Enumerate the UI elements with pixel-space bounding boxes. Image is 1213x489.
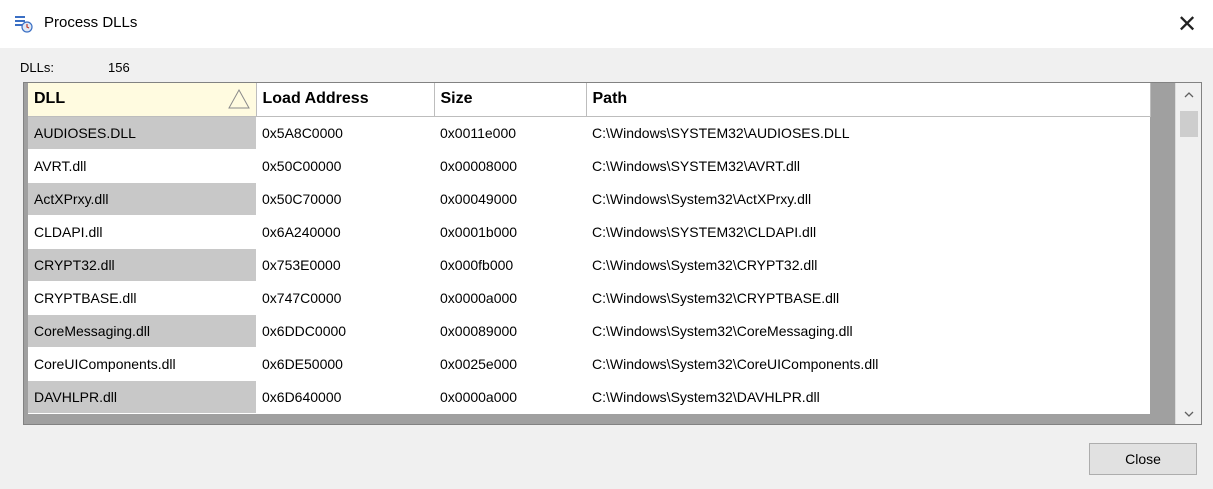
close-icon[interactable]: ✕	[1167, 6, 1207, 42]
scroll-down-icon[interactable]	[1176, 402, 1201, 424]
cell-size: 0x0000a000	[434, 380, 586, 414]
cell-dll: CoreMessaging.dll	[28, 314, 256, 348]
table-row[interactable]: AVRT.dll 0x50C00000 0x00008000 C:\Window…	[28, 149, 1150, 183]
table-row[interactable]: DAVHLPR.dll 0x6D640000 0x0000a000 C:\Win…	[28, 380, 1150, 414]
cell-path: C:\Windows\SYSTEM32\CLDAPI.dll	[586, 215, 1150, 249]
cell-load-address: 0x6DDC0000	[256, 314, 434, 348]
column-header-load-address[interactable]: Load Address	[256, 83, 435, 117]
cell-path: C:\Windows\System32\DAVHLPR.dll	[586, 380, 1150, 414]
dll-grid[interactable]: DLL Load Address Size Path AUDIOSES.DLL	[23, 82, 1202, 425]
cell-load-address: 0x6DE50000	[256, 347, 434, 381]
cell-dll: CoreUIComponents.dll	[28, 347, 256, 381]
title-bar: Process DLLs ✕	[0, 0, 1213, 48]
process-dlls-icon	[14, 15, 34, 33]
cell-size: 0x00049000	[434, 182, 586, 216]
table-row[interactable]: CLDAPI.dll 0x6A240000 0x0001b000 C:\Wind…	[28, 215, 1150, 249]
close-button[interactable]: Close	[1089, 443, 1197, 475]
cell-path: C:\Windows\System32\CoreMessaging.dll	[586, 314, 1150, 348]
cell-load-address: 0x50C00000	[256, 149, 434, 183]
cell-load-address: 0x5A8C0000	[256, 116, 434, 150]
cell-dll: CRYPT32.dll	[28, 248, 256, 282]
table-row[interactable]: CRYPT32.dll 0x753E0000 0x000fb000 C:\Win…	[28, 248, 1150, 282]
column-header-dll[interactable]: DLL	[28, 83, 257, 117]
cell-size: 0x0011e000	[434, 116, 586, 150]
cell-path: C:\Windows\System32\CoreUIComponents.dll	[586, 347, 1150, 381]
table-row[interactable]: ActXPrxy.dll 0x50C70000 0x00049000 C:\Wi…	[28, 182, 1150, 216]
cell-load-address: 0x6D640000	[256, 380, 434, 414]
cell-dll: CLDAPI.dll	[28, 215, 256, 249]
cell-path: C:\Windows\SYSTEM32\AVRT.dll	[586, 149, 1150, 183]
dll-table: DLL Load Address Size Path AUDIOSES.DLL	[28, 83, 1151, 414]
dll-count-label: DLLs:	[20, 60, 54, 75]
cell-size: 0x0025e000	[434, 347, 586, 381]
table-row[interactable]: CRYPTBASE.dll 0x747C0000 0x0000a000 C:\W…	[28, 281, 1150, 315]
cell-dll: ActXPrxy.dll	[28, 182, 256, 216]
vertical-scrollbar[interactable]	[1175, 83, 1201, 424]
table-row[interactable]: CoreMessaging.dll 0x6DDC0000 0x00089000 …	[28, 314, 1150, 348]
cell-size: 0x00089000	[434, 314, 586, 348]
cell-load-address: 0x50C70000	[256, 182, 434, 216]
cell-load-address: 0x747C0000	[256, 281, 434, 315]
cell-size: 0x0001b000	[434, 215, 586, 249]
cell-dll: AUDIOSES.DLL	[28, 116, 256, 150]
cell-dll: AVRT.dll	[28, 149, 256, 183]
scrollbar-thumb[interactable]	[1180, 111, 1198, 137]
cell-size: 0x000fb000	[434, 248, 586, 282]
process-dlls-dialog: Process DLLs ✕ DLLs: 156 DLL Load Addres…	[0, 0, 1213, 489]
cell-size: 0x00008000	[434, 149, 586, 183]
cell-path: C:\Windows\System32\CRYPTBASE.dll	[586, 281, 1150, 315]
scroll-up-icon[interactable]	[1176, 83, 1201, 107]
column-header-size[interactable]: Size	[434, 83, 587, 117]
column-header-label: Size	[440, 90, 473, 108]
column-header-label: Path	[592, 90, 628, 108]
column-header-path[interactable]: Path	[586, 83, 1151, 117]
cell-dll: DAVHLPR.dll	[28, 380, 256, 414]
window-title: Process DLLs	[44, 14, 138, 31]
table-row[interactable]: AUDIOSES.DLL 0x5A8C0000 0x0011e000 C:\Wi…	[28, 116, 1150, 150]
cell-load-address: 0x6A240000	[256, 215, 434, 249]
sort-ascending-icon	[227, 88, 250, 110]
cell-path: C:\Windows\System32\CRYPT32.dll	[586, 248, 1150, 282]
column-header-label: DLL	[34, 90, 66, 108]
cell-path: C:\Windows\SYSTEM32\AUDIOSES.DLL	[586, 116, 1150, 150]
cell-path: C:\Windows\System32\ActXPrxy.dll	[586, 182, 1150, 216]
cell-size: 0x0000a000	[434, 281, 586, 315]
cell-dll: CRYPTBASE.dll	[28, 281, 256, 315]
dll-count-value: 156	[108, 60, 130, 75]
header-row: DLL Load Address Size Path	[28, 83, 1151, 117]
cell-load-address: 0x753E0000	[256, 248, 434, 282]
column-header-label: Load Address	[262, 90, 369, 108]
table-row[interactable]: CoreUIComponents.dll 0x6DE50000 0x0025e0…	[28, 347, 1150, 381]
